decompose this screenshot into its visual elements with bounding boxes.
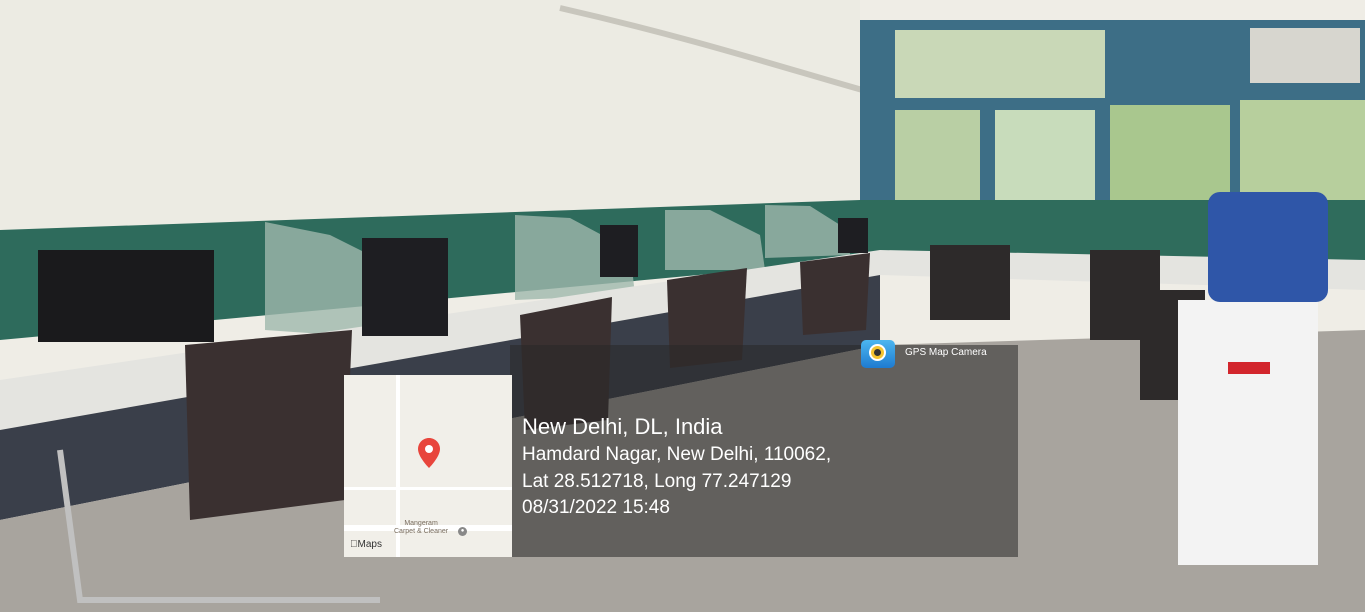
map-road bbox=[344, 487, 512, 490]
location-datetime: 08/31/2022 15:48 bbox=[522, 497, 670, 518]
apple-maps-logo: Maps bbox=[350, 539, 382, 550]
map-pin-icon bbox=[418, 438, 440, 468]
map-poi-label: Mangeram Carpet & Cleaner bbox=[394, 520, 449, 535]
map-thumbnail[interactable]: Mangeram Carpet & Cleaner ● Maps bbox=[344, 375, 512, 557]
location-coordinates: Lat 28.512718, Long 77.247129 bbox=[522, 471, 792, 492]
app-label: GPS Map Camera bbox=[905, 347, 987, 358]
location-address: Hamdard Nagar, New Delhi, 110062, bbox=[522, 444, 832, 465]
location-title: New Delhi, DL, India bbox=[522, 414, 723, 439]
shop-poi-icon: ● bbox=[458, 527, 467, 536]
photo-scene: Mangeram Carpet & Cleaner ● Maps GPS Ma… bbox=[0, 0, 1365, 612]
gps-map-camera-app-icon bbox=[861, 340, 895, 368]
